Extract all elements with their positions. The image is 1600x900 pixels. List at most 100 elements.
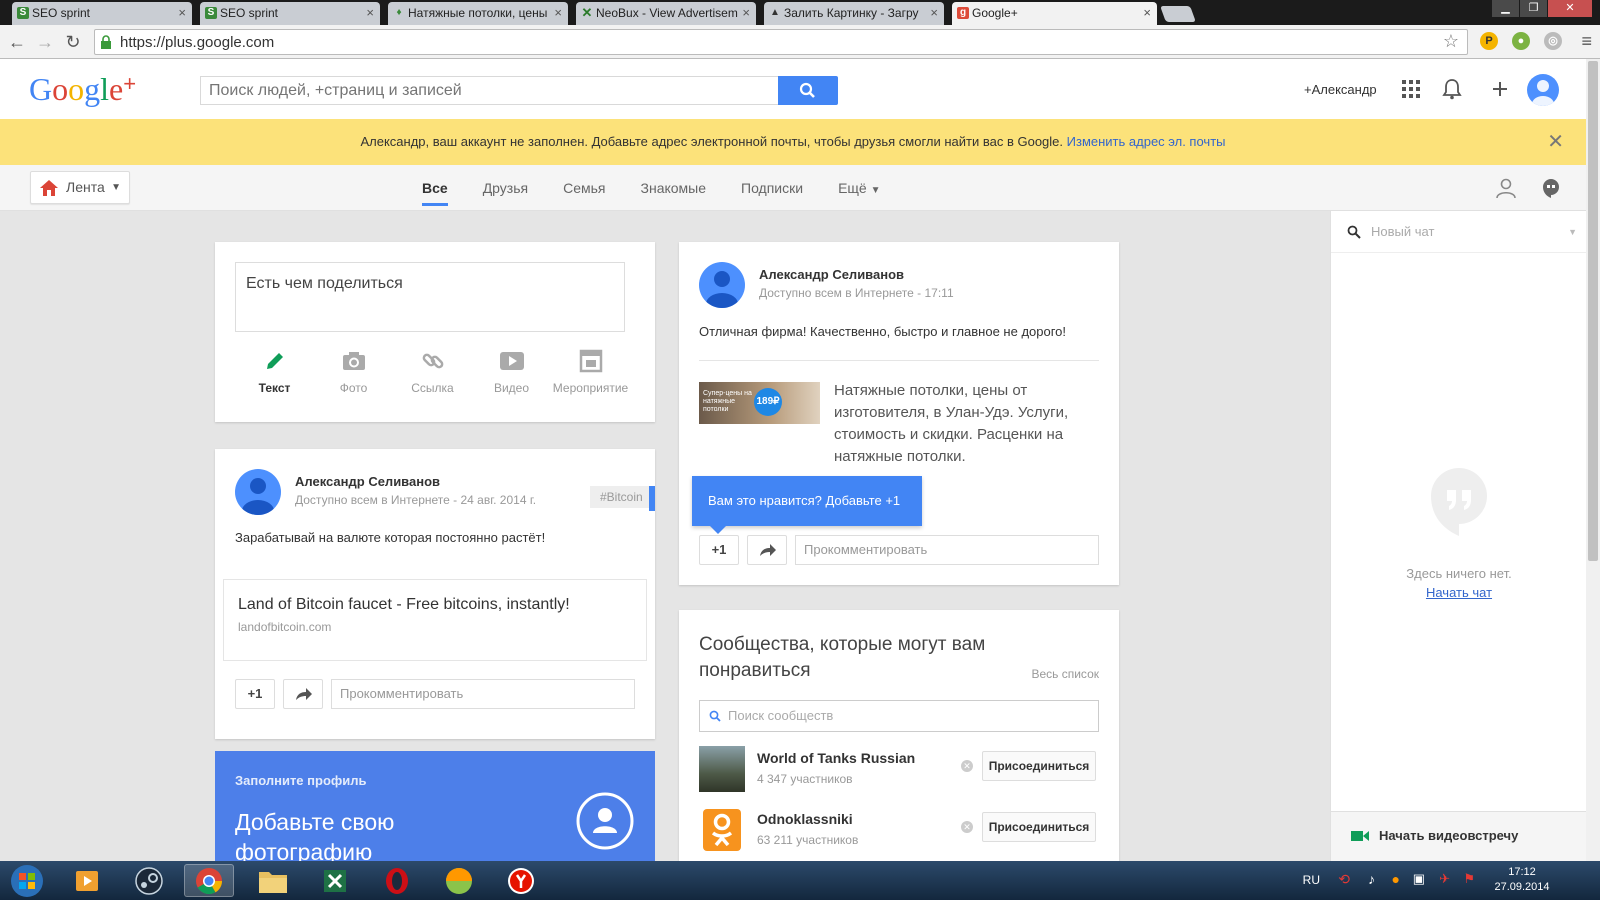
link-preview[interactable]: Land of Bitcoin faucet - Free bitcoins, …: [223, 579, 647, 661]
search-button[interactable]: [778, 76, 838, 105]
share-event-button[interactable]: Мероприятие: [551, 347, 630, 395]
tray-app-icon[interactable]: ✈: [1439, 871, 1450, 887]
share-text-button[interactable]: Текст: [235, 347, 314, 395]
author-avatar[interactable]: [235, 469, 281, 515]
chrome-menu-icon[interactable]: ≡: [1581, 31, 1592, 52]
scrollbar-thumb[interactable]: [1588, 61, 1598, 561]
start-button[interactable]: [2, 864, 52, 897]
browser-tab-active[interactable]: g Google+ ×: [952, 2, 1157, 25]
hangouts-icon[interactable]: [1540, 177, 1562, 199]
account-avatar[interactable]: [1527, 74, 1559, 106]
stream-dropdown[interactable]: Лента ▼: [30, 171, 130, 204]
action-center-flag-icon[interactable]: ⚑: [1463, 871, 1475, 887]
search-input[interactable]: [201, 77, 780, 104]
search-field[interactable]: [200, 76, 780, 105]
community-name[interactable]: Odnoklassniki: [757, 811, 853, 827]
tab-close-icon[interactable]: ×: [178, 2, 186, 24]
browser-tab[interactable]: ✕ NeoBux - View Advertisem ×: [576, 2, 756, 25]
plus-one-tooltip[interactable]: Вам это нравится? Добавьте +1: [692, 476, 922, 534]
minimize-icon[interactable]: ▁: [1492, 0, 1519, 17]
join-button[interactable]: Присоединиться: [982, 812, 1096, 842]
tab-close-icon[interactable]: ×: [1143, 2, 1151, 24]
address-bar[interactable]: https://plus.google.com ☆: [94, 29, 1468, 55]
browser-tab[interactable]: ♦ Натяжные потолки, цены ×: [388, 2, 568, 25]
start-chat-link[interactable]: Начать чат: [1331, 585, 1587, 600]
tab-following[interactable]: Подписки: [741, 165, 803, 211]
dismiss-icon[interactable]: ✕: [961, 821, 973, 833]
share-input[interactable]: Есть чем поделиться: [235, 262, 625, 332]
comment-input[interactable]: Прокомментировать: [795, 535, 1099, 565]
tab-close-icon[interactable]: ×: [366, 2, 374, 24]
apps-grid-icon[interactable]: [1399, 77, 1423, 101]
plus-one-button[interactable]: +1: [699, 535, 739, 565]
post-date[interactable]: 17:11: [924, 286, 953, 300]
taskbar-app[interactable]: [434, 864, 484, 897]
volume-icon[interactable]: ♪: [1368, 871, 1375, 887]
hashtag-chip[interactable]: #Bitcoin: [590, 486, 653, 508]
tab-more[interactable]: Ещё ▼: [838, 165, 880, 211]
taskbar-excel[interactable]: [310, 864, 360, 897]
back-icon[interactable]: ←: [6, 31, 28, 53]
reload-icon[interactable]: ↻: [62, 31, 84, 53]
taskbar-opera[interactable]: [372, 864, 422, 897]
post-author[interactable]: Александр Селиванов: [295, 474, 440, 489]
share-link-button[interactable]: Ссылка: [393, 347, 472, 395]
complete-profile-card[interactable]: Заполните профиль Добавьте свою фотограф…: [215, 751, 655, 861]
profile-link[interactable]: +Александр: [1304, 82, 1377, 97]
tab-close-icon[interactable]: ×: [930, 2, 938, 24]
odnoklassniki-logo[interactable]: [699, 807, 745, 853]
dismiss-icon[interactable]: ✕: [961, 760, 973, 772]
link-description[interactable]: Натяжные потолки, цены от изготовителя, …: [834, 380, 1099, 468]
new-chat-input[interactable]: Новый чат ▼: [1331, 211, 1587, 253]
change-email-link[interactable]: Изменить адрес эл. почты: [1067, 134, 1226, 149]
author-avatar[interactable]: [699, 262, 745, 308]
tab-all[interactable]: Все: [422, 165, 448, 211]
browser-tab[interactable]: ▲ Залить Картинку - Загру ×: [764, 2, 944, 25]
tab-friends[interactable]: Друзья: [483, 165, 528, 211]
tray-app-icon[interactable]: ⟲: [1338, 871, 1350, 888]
reshare-button[interactable]: [283, 679, 323, 709]
link-thumbnail[interactable]: Супер-цены на натяжные потолки 189₽: [699, 382, 820, 424]
comment-input[interactable]: Прокомментировать: [331, 679, 635, 709]
browser-tab[interactable]: S SEO sprint ×: [12, 2, 192, 25]
world-of-tanks-thumbnail[interactable]: [699, 746, 745, 792]
taskbar-media-player[interactable]: [62, 864, 112, 897]
network-icon[interactable]: ▣: [1413, 871, 1425, 887]
extension-p-icon[interactable]: P: [1480, 32, 1498, 50]
join-button[interactable]: Присоединиться: [982, 751, 1096, 781]
google-plus-logo[interactable]: Google+: [29, 71, 136, 108]
tab-close-icon[interactable]: ×: [554, 2, 562, 24]
restore-icon[interactable]: ❐: [1520, 0, 1547, 17]
new-tab-button[interactable]: [1160, 6, 1196, 22]
plus-one-button[interactable]: +1: [235, 679, 275, 709]
extension-refresh-icon[interactable]: ●: [1512, 32, 1530, 50]
post-author[interactable]: Александр Селиванов: [759, 267, 904, 282]
start-video-call-button[interactable]: Начать видеовстречу: [1331, 811, 1587, 861]
extension-gray-icon[interactable]: ◎: [1544, 32, 1562, 50]
share-plus-icon[interactable]: [1488, 77, 1512, 101]
community-search-input[interactable]: Поиск сообществ: [699, 700, 1099, 732]
bookmark-star-icon[interactable]: ☆: [1443, 31, 1459, 52]
notifications-bell-icon[interactable]: [1440, 77, 1464, 101]
post-date[interactable]: 24 авг. 2014 г.: [460, 493, 536, 507]
page-scrollbar[interactable]: [1586, 59, 1600, 861]
see-all-link[interactable]: Весь список: [1031, 667, 1099, 681]
tab-family[interactable]: Семья: [563, 165, 605, 211]
community-name[interactable]: World of Tanks Russian: [757, 750, 915, 766]
share-photo-button[interactable]: Фото: [314, 347, 393, 395]
tab-close-icon[interactable]: ×: [742, 2, 750, 24]
window-close-icon[interactable]: ✕: [1548, 0, 1592, 17]
browser-tab[interactable]: S SEO sprint ×: [200, 2, 380, 25]
taskbar-explorer[interactable]: [248, 864, 298, 897]
taskbar-steam[interactable]: [124, 864, 174, 897]
reshare-button[interactable]: [747, 535, 787, 565]
forward-icon[interactable]: →: [34, 31, 56, 53]
system-clock[interactable]: 17:12 27.09.2014: [1494, 865, 1550, 895]
share-video-button[interactable]: Видео: [472, 347, 551, 395]
taskbar-yandex[interactable]: [496, 864, 546, 897]
people-icon[interactable]: [1494, 177, 1518, 199]
taskbar-chrome[interactable]: [184, 864, 234, 897]
language-indicator[interactable]: RU: [1303, 873, 1320, 887]
close-icon[interactable]: ✕: [1547, 119, 1564, 165]
tray-app-icon[interactable]: ●: [1392, 871, 1400, 887]
